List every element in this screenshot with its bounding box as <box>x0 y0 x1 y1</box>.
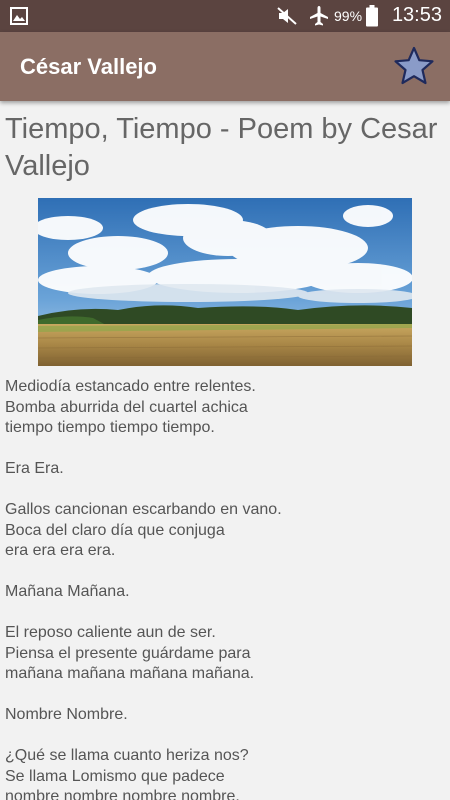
poem-line: mañana mañana mañana mañana. <box>5 665 255 682</box>
poem-content[interactable]: Tiempo, Tiempo - Poem by Cesar Vallejo M… <box>0 101 450 800</box>
poem-stanza: Era Era. <box>5 459 450 480</box>
poem-stanza: ¿Qué se llama cuanto heriza nos? Se llama… <box>5 746 450 800</box>
clock: 13:53 <box>391 4 442 26</box>
poem-line: Se llama Lomismo que padece <box>5 767 225 785</box>
poem-line: Era Era. <box>5 460 64 477</box>
app-bar: César Vallejo <box>0 32 450 101</box>
poem-line: nombre nombre nombre nombre. <box>5 788 240 800</box>
battery-percent: 99% <box>334 8 363 24</box>
favorite-button[interactable] <box>390 44 438 88</box>
status-bar: 99% 13:53 <box>0 0 450 32</box>
poem-line: Boca del claro día que conjuga <box>5 521 225 539</box>
poem-line: era era era era. <box>5 542 116 559</box>
poem-stanza: Nombre Nombre. <box>5 705 450 726</box>
poem-title: Tiempo, Tiempo - Poem by Cesar Vallejo <box>5 113 438 182</box>
poem-body: Mediodía estancado entre relentes. Bomba … <box>5 377 450 800</box>
poem-line: tiempo tiempo tiempo tiempo. <box>5 419 215 436</box>
poem-line: Bomba aburrida del cuartel achica <box>5 398 248 416</box>
airplane-mode-icon <box>308 5 330 32</box>
poem-line: Gallos cancionan escarbando en vano. <box>5 501 282 518</box>
star-icon <box>394 46 434 85</box>
mute-icon <box>276 6 298 31</box>
poem-line: El reposo caliente aun de ser. <box>5 624 216 641</box>
poem-line: Mañana Mañana. <box>5 583 130 600</box>
poem-line: Nombre Nombre. <box>5 706 128 723</box>
poem-line: ¿Qué se llama cuanto heriza nos? <box>5 747 249 764</box>
poem-stanza: Mediodía estancado entre relentes. Bomba … <box>5 377 450 439</box>
poem-stanza: El reposo caliente aun de ser. Piensa el … <box>5 623 450 685</box>
app-title: César Vallejo <box>20 54 157 79</box>
gallery-icon <box>10 7 28 30</box>
poem-image <box>38 198 412 366</box>
poem-stanza: Gallos cancionan escarbando en vano. Boca… <box>5 500 450 562</box>
poem-line: Piensa el presente guárdame para <box>5 644 251 662</box>
battery-icon <box>366 5 378 32</box>
poem-stanza: Mañana Mañana. <box>5 582 450 603</box>
poem-line: Mediodía estancado entre relentes. <box>5 378 256 395</box>
